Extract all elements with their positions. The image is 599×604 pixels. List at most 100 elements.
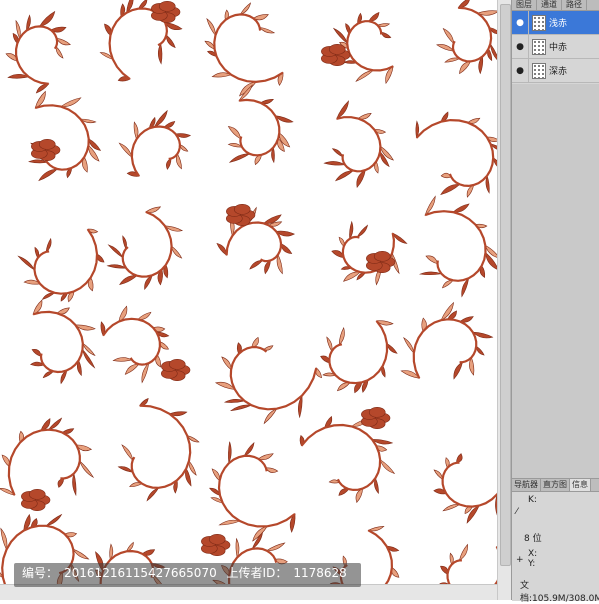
leaf-shape (236, 539, 239, 558)
leaf-shape (39, 169, 58, 181)
scrollbar-thumb[interactable] (500, 4, 511, 566)
leaf-shape (258, 454, 273, 460)
visibility-eye-icon[interactable]: ● (512, 35, 529, 58)
leaf-shape (469, 357, 474, 375)
layer-thumbnail (532, 63, 546, 79)
leaf-shape (207, 19, 216, 36)
leaf-shape (356, 70, 373, 81)
leaf-shape (205, 41, 215, 49)
leaf-shape (349, 222, 352, 239)
leaf-shape (32, 349, 41, 356)
leaf-shape (420, 272, 441, 275)
vine-stem (302, 425, 381, 490)
leaf-shape (18, 256, 34, 270)
layer-name: 浅赤 (549, 16, 567, 29)
leaf-shape (437, 44, 454, 51)
leaf-shape (42, 293, 54, 300)
flower-petal (29, 489, 45, 499)
visibility-eye-icon[interactable]: ● (512, 59, 529, 82)
tab-histogram[interactable]: 直方图 (541, 479, 570, 491)
leaf-shape (264, 261, 270, 274)
leaf-shape (264, 409, 277, 424)
leaf-shape (219, 520, 240, 525)
bit-depth-label: 8 位 (524, 531, 542, 544)
leaf-shape (334, 28, 348, 43)
leaf-shape (252, 337, 259, 347)
leaf-shape (139, 0, 147, 9)
leaf-shape (357, 225, 367, 237)
y-readout-label: Y: (528, 559, 535, 569)
vine-stem (337, 117, 381, 171)
leaf-shape (118, 467, 132, 473)
vertical-scrollbar[interactable] (497, 0, 511, 600)
leaf-shape (73, 473, 77, 495)
layer-row-mid-red[interactable]: ● 中赤 (512, 35, 599, 59)
leaf-shape (244, 443, 254, 456)
tab-layers[interactable]: 图层 (512, 0, 537, 10)
layers-panel: 图层 通道 路径 ● 浅赤 ● 中赤 ● 深赤 导航器 直方图 信息 K: ⁄ … (511, 0, 599, 600)
tab-paths[interactable]: 路径 (562, 0, 587, 10)
leaf-shape (267, 543, 285, 551)
vine-stem (453, 8, 491, 62)
leaf-shape (369, 12, 379, 21)
leaf-shape (146, 207, 161, 213)
leaf-shape (337, 383, 350, 391)
leaf-shape (374, 478, 378, 493)
leaf-shape (138, 312, 151, 319)
layer-name: 深赤 (549, 64, 567, 77)
leaf-shape (277, 255, 282, 274)
layer-name: 中赤 (549, 40, 567, 53)
leaf-shape (339, 328, 344, 345)
vine-stem (35, 229, 98, 294)
leaf-shape (172, 246, 182, 258)
layer-thumbnail (532, 15, 546, 31)
watermark-id-label: 编号： (22, 566, 58, 580)
leaf-shape (368, 526, 383, 531)
crosshair-icon: + (516, 555, 524, 565)
tab-info[interactable]: 信息 (570, 479, 591, 491)
vine-stem (417, 120, 494, 186)
document-size-label: 文档:105.9M/308.0M (520, 578, 599, 604)
leaf-shape (339, 489, 349, 496)
flower-petal (39, 139, 55, 149)
watermark-uploader-value: 1178628 (293, 566, 346, 580)
leaf-shape (240, 3, 250, 14)
leaf-shape (56, 47, 63, 58)
leaf-shape (228, 442, 231, 464)
leaf-shape (443, 29, 453, 44)
vine-stem (443, 446, 497, 507)
leaf-shape (127, 542, 134, 551)
visibility-eye-icon[interactable]: ● (512, 11, 529, 34)
leaf-shape (142, 363, 149, 382)
layer-row-light-red[interactable]: ● 浅赤 (512, 11, 599, 35)
floral-scroll-pattern (0, 0, 497, 600)
leaf-shape (324, 161, 345, 165)
flower-petal (374, 251, 390, 261)
leaf-shape (58, 478, 64, 487)
leaf-shape (357, 170, 366, 187)
vine-stem (231, 347, 316, 409)
leaf-shape (445, 58, 460, 62)
tab-navigator[interactable]: 导航器 (512, 479, 541, 491)
leaf-shape (180, 145, 188, 152)
vine-stem (329, 321, 387, 383)
leaf-shape (122, 445, 133, 460)
document-canvas[interactable] (0, 0, 497, 600)
leaf-shape (458, 0, 470, 8)
leaf-shape (176, 154, 181, 169)
leaf-shape (154, 111, 167, 127)
leaf-shape (404, 338, 414, 353)
vine-stem (132, 127, 180, 177)
leaf-shape (147, 488, 159, 501)
leaf-shape (212, 469, 220, 481)
watermark-id-value: 20161216115427665070 (64, 566, 217, 580)
layer-thumbnail (532, 39, 546, 55)
leaf-shape (228, 126, 240, 138)
leaf-shape (327, 337, 332, 351)
leaf-shape (442, 280, 453, 288)
leaf-shape (321, 356, 330, 363)
layer-row-dark-red[interactable]: ● 深赤 (512, 59, 599, 83)
leaf-shape (459, 544, 467, 560)
vine-stem (103, 319, 160, 365)
tab-channels[interactable]: 通道 (537, 0, 562, 10)
